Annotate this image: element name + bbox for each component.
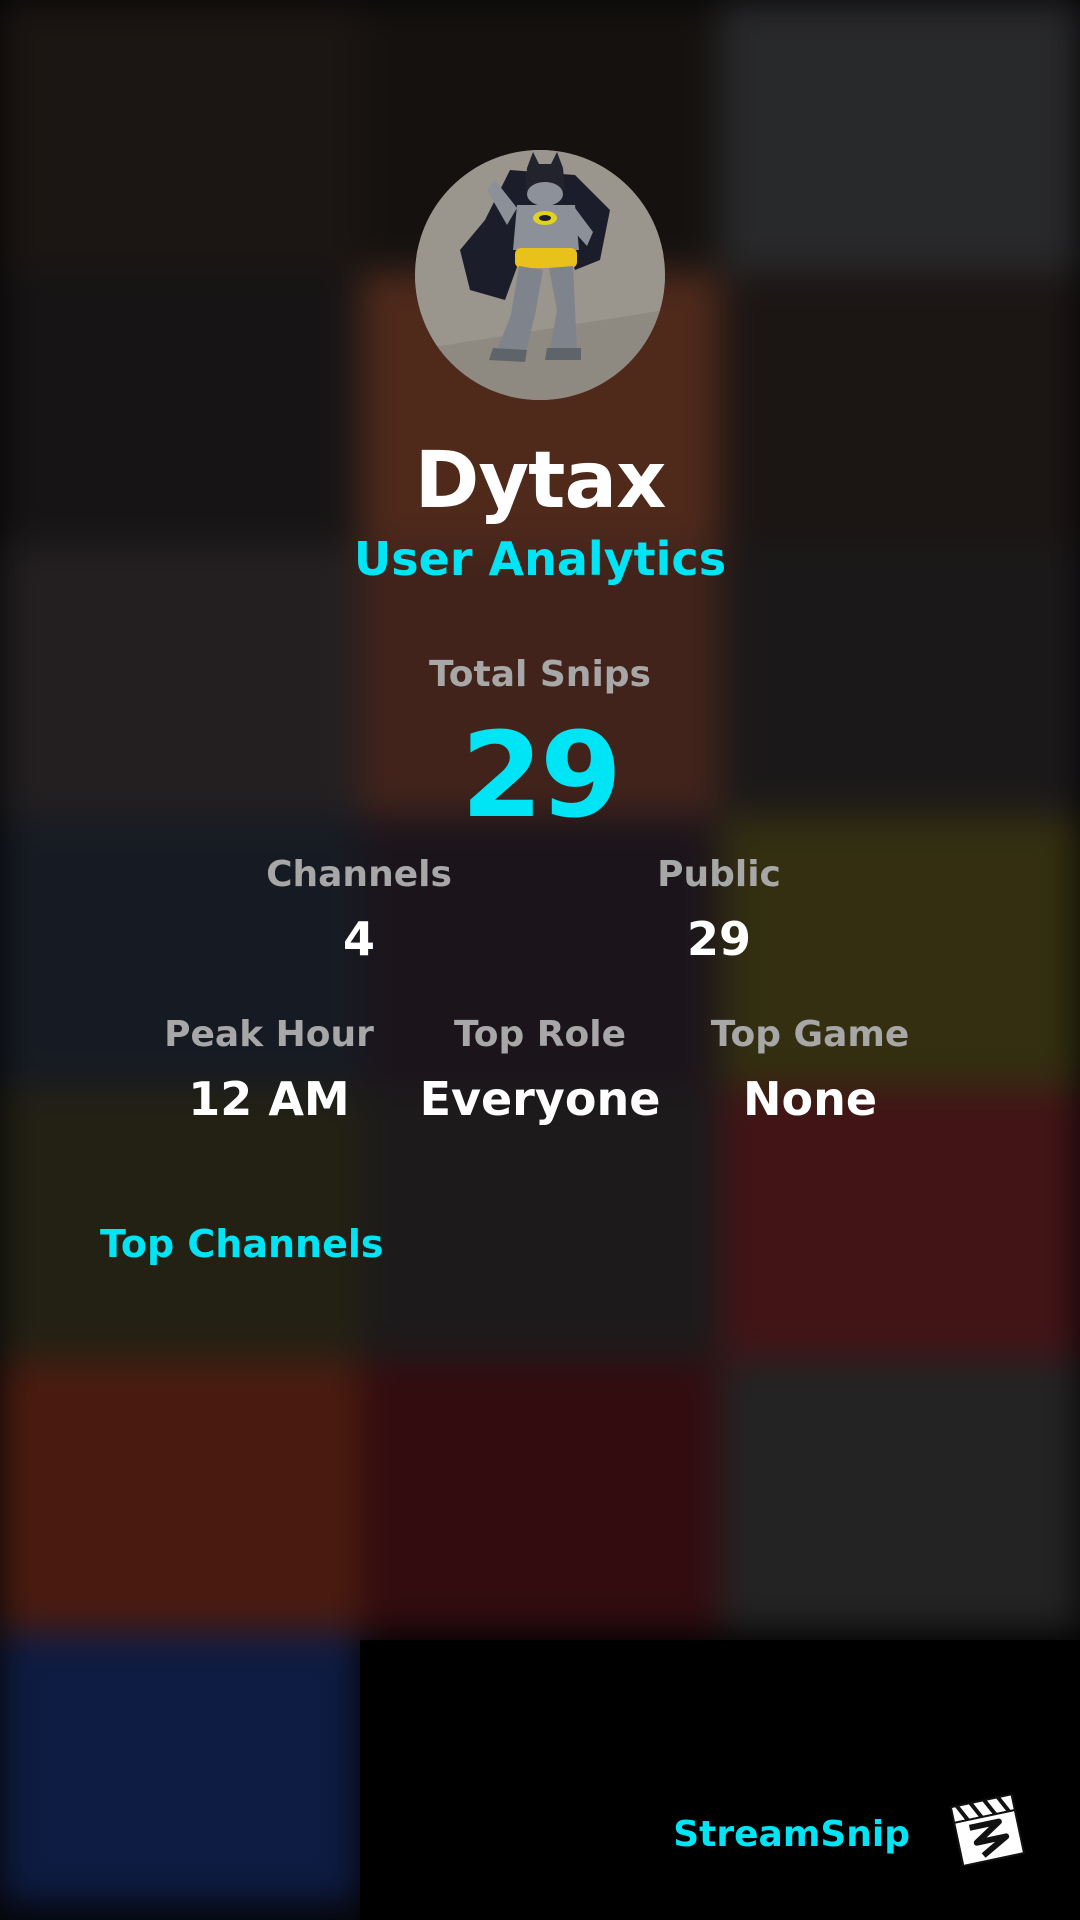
total-snips-label: Total Snips <box>429 654 651 695</box>
peak-hour-value: 12 AM <box>188 1072 350 1126</box>
top-game-value: None <box>742 1072 878 1126</box>
batman-figure-icon <box>415 150 665 400</box>
public-label: Public <box>657 854 781 895</box>
peak-hour-label: Peak Hour <box>164 1014 374 1055</box>
top-role-label: Top Role <box>453 1014 627 1055</box>
total-snips-value: 29 <box>460 706 622 844</box>
channels-value: 4 <box>342 912 375 966</box>
top-role-value: Everyone <box>419 1072 661 1126</box>
top-game-label: Top Game <box>710 1014 910 1055</box>
page-subtitle: User Analytics <box>353 532 727 586</box>
username: Dytax <box>414 436 667 526</box>
public-value: 29 <box>686 912 751 966</box>
profile-avatar <box>415 150 665 400</box>
clapperboard-logo-icon <box>948 1790 1028 1868</box>
brand-name: StreamSnip <box>673 1814 910 1855</box>
top-channels-heading: Top Channels <box>100 1222 384 1266</box>
channels-label: Channels <box>266 854 452 895</box>
